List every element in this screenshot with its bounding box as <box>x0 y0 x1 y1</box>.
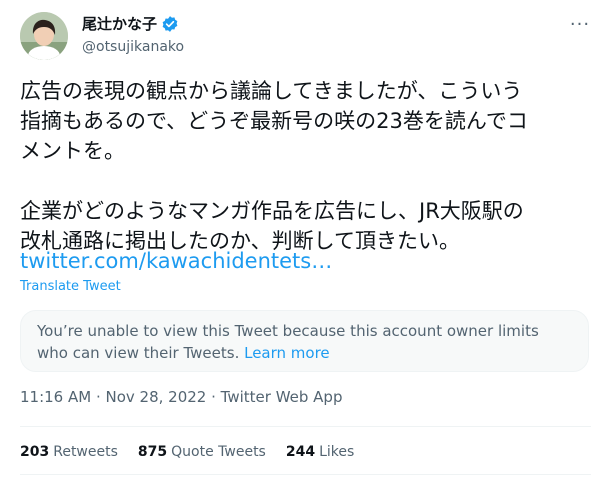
tweet-card: 尾辻かな子 @otsujikanako ··· 広告の表現の観点から議論してきま… <box>0 0 611 481</box>
author-display-name-row[interactable]: 尾辻かな子 <box>82 14 179 34</box>
retweets-count: 203 <box>20 444 50 460</box>
engagement-stats: 203 Retweets 875 Quote Tweets 244 Likes <box>20 442 354 462</box>
author-handle[interactable]: @otsujikanako <box>82 38 184 56</box>
restricted-tweet-notice: You’re unable to view this Tweet because… <box>20 310 589 372</box>
divider <box>20 474 591 475</box>
quote-tweets-stat[interactable]: 875 Quote Tweets <box>138 442 266 462</box>
translate-tweet-link[interactable]: Translate Tweet <box>20 279 121 294</box>
learn-more-link[interactable]: Learn more <box>244 344 330 362</box>
likes-count: 244 <box>285 444 316 460</box>
more-options-icon[interactable]: ··· <box>569 14 591 36</box>
tweet-text: 広告の表現の観点から議論してきましたが、こういう 指摘もあるので、どうぞ最新号の… <box>20 79 528 253</box>
divider <box>20 426 591 427</box>
avatar[interactable] <box>20 12 68 60</box>
quote-tweets-label: Quote Tweets <box>171 444 266 460</box>
retweets-stat[interactable]: 203 Retweets <box>20 442 118 462</box>
tweet-timestamp[interactable]: 11:16 AM · Nov 28, 2022 · Twitter Web Ap… <box>20 387 342 407</box>
likes-stat[interactable]: 244 Likes <box>286 442 354 462</box>
author-display-name[interactable]: 尾辻かな子 <box>82 14 157 34</box>
likes-label: Likes <box>319 444 355 460</box>
quote-tweets-count: 875 <box>137 444 168 460</box>
retweets-label: Retweets <box>53 444 118 460</box>
tweet-link[interactable]: twitter.com/kawachidentets… <box>20 246 332 276</box>
verified-badge-icon <box>161 15 179 33</box>
